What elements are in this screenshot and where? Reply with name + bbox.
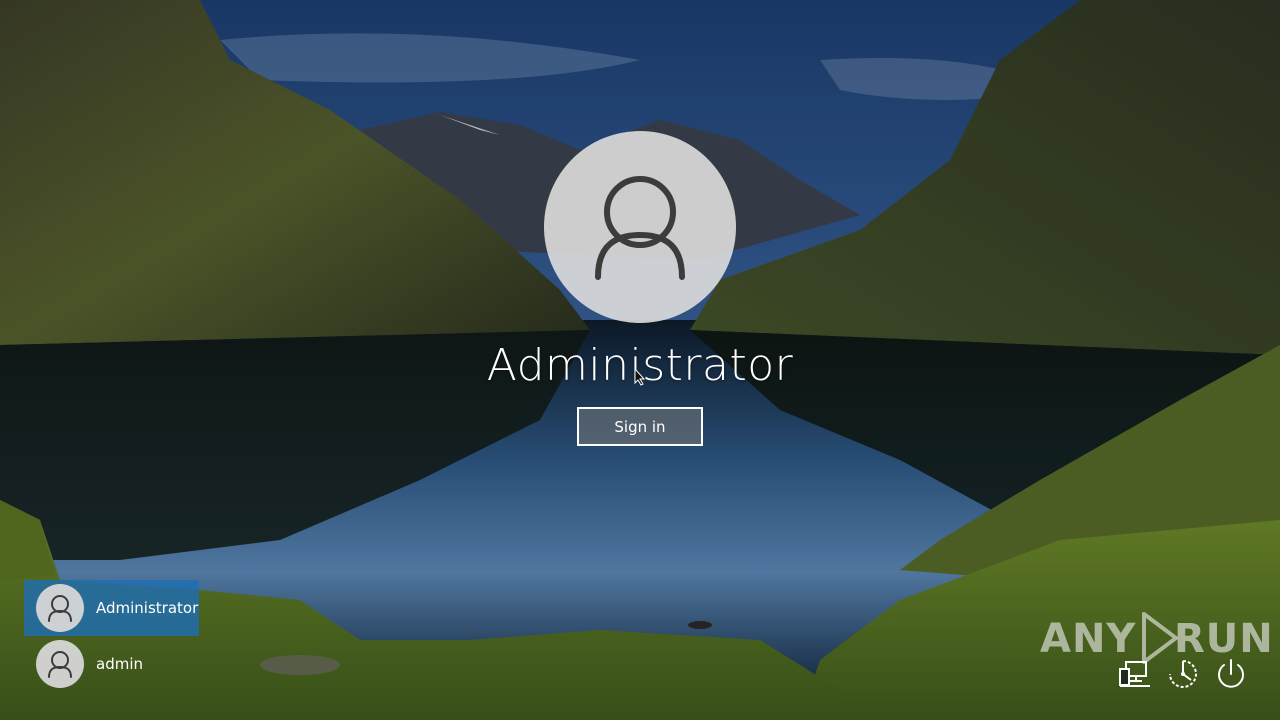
ease-of-access-icon[interactable] [1165, 656, 1201, 692]
user-avatar-small [36, 584, 84, 632]
user-list-item-label: admin [96, 655, 143, 673]
user-silhouette-icon [595, 176, 685, 280]
user-silhouette-icon [48, 595, 72, 622]
user-silhouette-icon [48, 651, 72, 678]
network-icon[interactable] [1117, 656, 1153, 692]
mouse-cursor-icon [634, 368, 646, 386]
sign-in-button[interactable]: Sign in [577, 407, 703, 446]
user-avatar-large [544, 131, 736, 323]
power-icon[interactable] [1213, 656, 1249, 692]
user-list-item-administrator[interactable]: Administrator [24, 580, 199, 636]
user-avatar-small [36, 640, 84, 688]
user-switcher-list: Administrator admin [24, 580, 199, 692]
user-list-item-label: Administrator [96, 599, 199, 617]
user-list-item-admin[interactable]: admin [24, 636, 199, 692]
